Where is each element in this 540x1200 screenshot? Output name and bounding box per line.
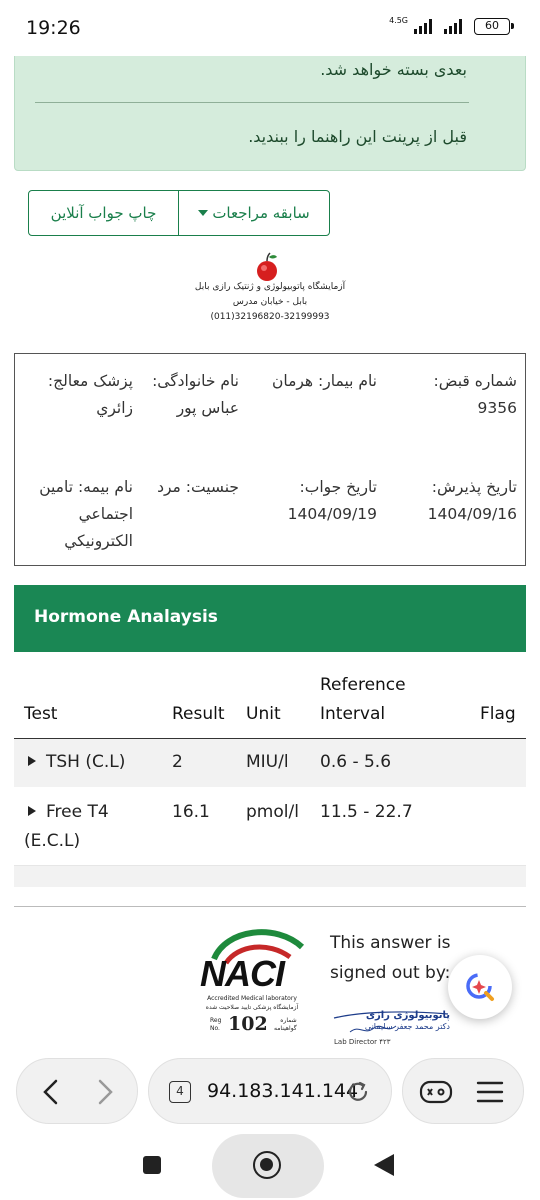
expand-triangle-icon (28, 806, 36, 816)
status-time: 19:26 (26, 17, 81, 39)
row-result: 16.1 (172, 802, 210, 822)
gender-label: جنسیت: (185, 478, 239, 496)
network-type: 4.5G (389, 15, 408, 25)
table-footer-row (14, 866, 526, 887)
hamburger-menu-icon[interactable] (475, 1077, 505, 1107)
section-divider (14, 906, 526, 907)
signature-title: دکتر محمد جعفر سلیمانی (364, 1022, 450, 1031)
family-name-value: عباس پور (176, 399, 239, 417)
signature-stamp: پاتوبیولوژی رازی دکتر محمد جعفر سلیمانی … (330, 1002, 460, 1048)
reg-label-fa: شماره گواهینامه (274, 1017, 297, 1032)
notice-line-1: بعدی بسته خواهد شد. (320, 60, 467, 79)
chevron-right-icon[interactable] (89, 1077, 119, 1107)
panel-title: Hormone Analaysis (34, 607, 218, 627)
header-unit: Unit (246, 704, 281, 724)
signal-icon-2 (444, 19, 462, 34)
lab-director-label: Lab Director ۴۲۳ (334, 1038, 391, 1046)
status-indicators: 4.5G 60 (389, 15, 514, 35)
doctor: پزشک معالج: زائري (18, 368, 133, 422)
row-reference: 11.5 - 22.7 (320, 802, 413, 822)
gender: جنسیت: مرد (139, 474, 239, 501)
gender-value: مرد (157, 478, 181, 496)
row-reference: 0.6 - 5.6 (320, 752, 392, 772)
caret-down-icon (198, 210, 209, 216)
visit-history-dropdown[interactable]: سابقه مراجعات (179, 191, 329, 235)
assistant-fab[interactable] (448, 955, 512, 1019)
signature-name: پاتوبیولوژی رازی (365, 1010, 450, 1021)
patient-name: نام بیمار: هرمان (257, 368, 377, 395)
patient-info-box: شماره قبض: 9356 نام بیمار: هرمان نام خان… (14, 353, 526, 566)
gamepad-icon[interactable] (419, 1077, 453, 1107)
action-button-group: چاپ جواب آنلاین سابقه مراجعات (28, 190, 330, 236)
reception-number-label: شماره قبض: (433, 372, 517, 390)
apple-icon (257, 252, 277, 281)
doctor-label: پزشک معالج: (47, 372, 133, 390)
panel-header: Hormone Analaysis (14, 585, 526, 652)
row-test[interactable]: Free T4 (28, 802, 109, 822)
visit-history-label: سابقه مراجعات (212, 204, 310, 222)
insurance: نام بیمه: تامین اجتماعي الكترونيكي (25, 474, 133, 555)
expand-triangle-icon (28, 756, 36, 766)
lab-name: آزمایشگاه پاتوبیولوژی و ژنتیک رازی بابل (194, 282, 346, 292)
back-icon[interactable] (374, 1154, 394, 1176)
row-unit: MIU/l (246, 752, 289, 772)
family-name: نام خانوادگی: عباس پور (149, 368, 239, 422)
nav-pill (16, 1058, 138, 1124)
signal-icon (414, 19, 432, 34)
status-bar: 19:26 4.5G 60 (0, 0, 540, 56)
family-name-label: نام خانوادگی: (152, 372, 239, 390)
row-result: 2 (172, 752, 183, 772)
table-row: Free T4 (E.C.L) 16.1 pmol/l 11.5 - 22.7 (14, 787, 526, 866)
header-flag: Flag (480, 704, 516, 724)
menu-pill (402, 1058, 524, 1124)
row-test[interactable]: TSH (C.L) (28, 752, 125, 772)
lab-address: بابل - خیابان مدرس (232, 297, 308, 307)
header-reference-line1: Reference (320, 675, 406, 695)
row-unit: pmol/l (246, 802, 299, 822)
doctor-value: زائري (96, 399, 133, 417)
answer-date-value: 1404/09/19 (287, 505, 377, 523)
lab-phone: (011)32196820-32199993 (210, 312, 330, 322)
answer-date: تاریخ جواب: 1404/09/19 (267, 474, 377, 528)
browser-toolbar: 4 94.183.141.144 (0, 1046, 540, 1126)
patient-name-label: نام بیمار: (318, 372, 377, 390)
table-row: TSH (C.L) 2 MIU/l 0.6 - 5.6 (14, 739, 526, 787)
home-icon (253, 1151, 281, 1179)
reception-number: شماره قبض: 9356 (402, 368, 517, 422)
chevron-left-icon[interactable] (37, 1077, 67, 1107)
accreditation-logo: NACI Accredited Medical laboratory آزمای… (196, 925, 316, 1040)
naci-subtitle-fa: آزمایشگاه پزشکی تایید صلاحیت شده (205, 1004, 299, 1011)
url-pill[interactable]: 4 94.183.141.144 (148, 1058, 392, 1124)
insurance-label: نام بیمه: (77, 478, 133, 496)
admit-date: تاریخ پذیرش: 1404/09/16 (402, 474, 517, 528)
row-test-label: Free T4 (46, 802, 109, 822)
answer-date-label: تاریخ جواب: (299, 478, 377, 496)
assistant-icon (466, 973, 494, 1001)
header-result: Result (172, 704, 225, 724)
row-test-line2: (E.C.L) (24, 831, 81, 851)
battery-icon: 60 (474, 18, 514, 35)
lab-logo: آزمایشگاه پاتوبیولوژی و ژنتیک رازی بابل … (170, 250, 370, 330)
naci-logo-text: NACI (200, 953, 285, 994)
patient-name-value: هرمان (271, 372, 314, 390)
admit-date-label: تاریخ پذیرش: (431, 478, 517, 496)
reload-icon[interactable] (345, 1079, 371, 1105)
system-nav-bar (0, 1130, 540, 1200)
recent-apps-icon[interactable] (143, 1156, 161, 1174)
reception-number-value: 9356 (477, 399, 517, 417)
notice-line-2: قبل از پرینت این راهنما را ببندید. (248, 127, 467, 146)
notice-divider (35, 102, 469, 103)
header-reference-line2: Interval (320, 704, 386, 724)
tab-count[interactable]: 4 (169, 1081, 191, 1103)
reg-label: Reg No. (210, 1017, 222, 1032)
reg-number: 102 (228, 1013, 268, 1035)
row-test-label: TSH (C.L) (46, 752, 126, 772)
header-test: Test (24, 704, 58, 724)
print-online-button[interactable]: چاپ جواب آنلاین (29, 191, 179, 235)
home-button[interactable] (212, 1134, 324, 1198)
naci-subtitle: Accredited Medical laboratory (207, 995, 297, 1002)
admit-date-value: 1404/09/16 (427, 505, 517, 523)
url-text[interactable]: 94.183.141.144 (207, 1080, 358, 1102)
